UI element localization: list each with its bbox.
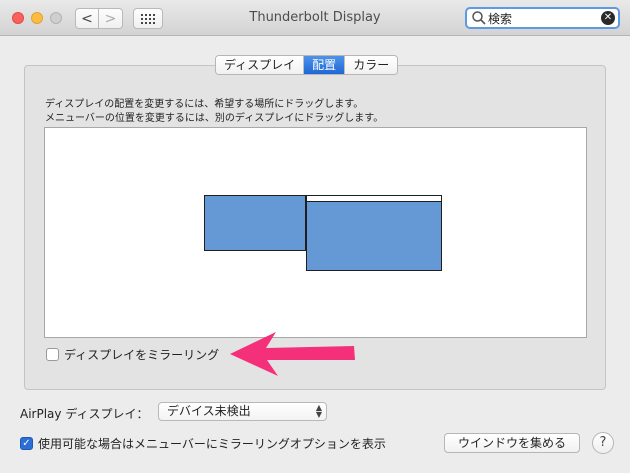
- grid-icon: [141, 13, 155, 24]
- navigation-buttons: < >: [75, 8, 123, 29]
- arrangement-hint-line1: ディスプレイの配置を変更するには、希望する場所にドラッグします。: [45, 99, 364, 110]
- mirror-displays-option[interactable]: ディスプレイをミラーリング: [46, 346, 219, 363]
- close-window-button[interactable]: [12, 12, 24, 24]
- chevron-left-icon: <: [81, 10, 93, 27]
- show-mirroring-menu-option[interactable]: ✓ 使用可能な場合はメニューバーにミラーリングオプションを表示: [20, 435, 386, 452]
- show-all-button[interactable]: [133, 8, 163, 29]
- title-bar: < > Thunderbolt Display ✕: [0, 0, 630, 36]
- tab-bar: ディスプレイ 配置 カラー: [215, 55, 399, 75]
- show-mirroring-menu-checkbox[interactable]: ✓: [20, 437, 33, 450]
- tab-color[interactable]: カラー: [345, 56, 398, 74]
- pink-arrow-icon: [230, 332, 355, 376]
- clear-search-icon[interactable]: ✕: [601, 11, 615, 25]
- secondary-display[interactable]: [204, 195, 306, 251]
- forward-button[interactable]: >: [99, 8, 123, 29]
- gather-windows-button[interactable]: ウインドウを集める: [444, 433, 580, 453]
- menu-bar-indicator[interactable]: [307, 196, 441, 202]
- airplay-display-label: AirPlay ディスプレイ：: [20, 407, 149, 421]
- minimize-window-button[interactable]: [31, 12, 43, 24]
- zoom-window-button[interactable]: [50, 12, 62, 24]
- mirror-displays-label: ディスプレイをミラーリング: [64, 348, 220, 362]
- tab-display[interactable]: ディスプレイ: [216, 56, 305, 74]
- arrangement-hint-line2: メニューバーの位置を変更するには、別のディスプレイにドラッグします。: [45, 113, 384, 124]
- airplay-display-popup[interactable]: デバイス未検出 ▲ ▼: [158, 402, 327, 421]
- airplay-display-selected: デバイス未検出: [167, 404, 251, 418]
- back-button[interactable]: <: [75, 8, 99, 29]
- display-arrangement-area: [44, 127, 587, 338]
- tab-arrangement[interactable]: 配置: [304, 56, 346, 74]
- show-mirroring-menu-label: 使用可能な場合はメニューバーにミラーリングオプションを表示: [38, 437, 386, 451]
- mirror-displays-checkbox[interactable]: [46, 348, 59, 361]
- chevron-right-icon: >: [104, 10, 117, 27]
- popup-arrows-icon: ▲ ▼: [315, 403, 322, 419]
- help-button[interactable]: ?: [592, 432, 614, 454]
- search-input[interactable]: [488, 11, 598, 25]
- search-icon: [472, 11, 486, 25]
- search-field[interactable]: ✕: [465, 7, 620, 29]
- primary-display[interactable]: [306, 195, 442, 271]
- system-preferences-window: < > Thunderbolt Display ✕ ディスプレイ 配: [0, 0, 630, 473]
